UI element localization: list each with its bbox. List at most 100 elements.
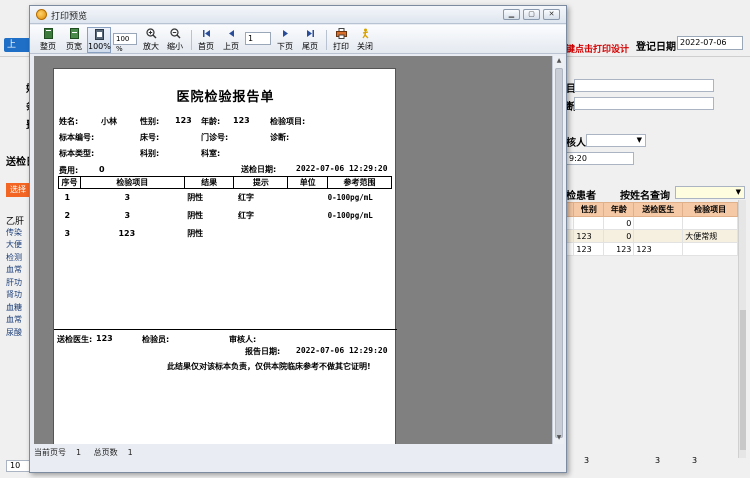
grid-header: 检验项目 <box>682 202 738 217</box>
grid-cell <box>573 216 605 230</box>
grid-cell: 123 <box>573 229 605 243</box>
cell-result: 阴性 <box>187 211 204 220</box>
close-window-button[interactable]: ✕ <box>543 9 560 20</box>
name-value: 小林 <box>101 117 117 126</box>
zoom-out-button[interactable]: 缩小 <box>164 27 186 53</box>
send-time-field[interactable]: 9:20 <box>566 152 634 165</box>
items-label: 检验项目: <box>270 117 306 126</box>
grid-scrollbar[interactable] <box>738 200 746 458</box>
whole-page-button[interactable]: 整页 <box>36 27 60 53</box>
grid-header: 年龄 <box>603 202 635 217</box>
zoom-out-label: 缩小 <box>167 42 183 51</box>
bed-label: 床号: <box>140 133 160 142</box>
table-row[interactable]: 123 123 123 <box>565 242 738 256</box>
chevron-down-icon: ▼ <box>636 136 642 144</box>
grid-cell <box>565 242 575 256</box>
next-page-icon <box>282 30 288 37</box>
grid-cell: 0 <box>603 216 635 230</box>
register-date-field[interactable]: 2022-07-06 <box>677 36 743 50</box>
hundred-percent-button[interactable]: 100% <box>87 27 111 53</box>
cell-index: 1 <box>64 193 71 203</box>
table-header: 序号 <box>58 176 81 189</box>
scrollbar-thumb[interactable] <box>740 310 746 450</box>
fee-label: 费用: <box>59 166 79 175</box>
last-page-button[interactable]: 尾页 <box>299 27 321 53</box>
page-number-input[interactable]: 1 <box>245 32 271 45</box>
room-label: 科室: <box>201 149 221 158</box>
grid-cell: 大便常规 <box>682 229 738 243</box>
gender-label: 性别: <box>140 117 160 126</box>
grid-cell: 123 <box>633 242 684 256</box>
first-page-button[interactable]: 首页 <box>195 27 217 53</box>
cell-unit <box>288 189 328 207</box>
grid-header <box>565 202 575 217</box>
table-row: 3 123 阴性 <box>59 225 392 243</box>
diagnosis-field[interactable] <box>574 97 714 110</box>
preview-scrollbar[interactable]: ▲ ▼ <box>552 56 564 444</box>
close-preview-button[interactable]: 关闭 <box>354 27 376 53</box>
zoom-out-icon <box>169 28 180 39</box>
scroll-up-icon[interactable]: ▲ <box>554 57 564 66</box>
table-header: 检验项目 <box>79 176 185 189</box>
status-bar: 当前页号 1 总页数 1 <box>34 446 564 460</box>
preview-canvas[interactable]: 医院检验报告单 姓名: 小林 性别: 123 年龄: 123 检验项目: 标本编… <box>34 56 552 444</box>
summary-value: 3 <box>692 456 698 465</box>
title-bar[interactable]: 打印预览 ▁ ▢ ✕ <box>30 6 566 24</box>
name-label: 姓名: <box>59 117 79 126</box>
cell-range: 0-100pg/mL <box>327 211 373 220</box>
printer-icon <box>335 28 347 39</box>
table-row[interactable]: 0 <box>565 216 738 230</box>
table-row[interactable]: 123 0 大便常规 <box>565 229 738 243</box>
window-title: 打印预览 <box>51 12 88 22</box>
table-header: 单位 <box>287 176 329 189</box>
fee-value: 0 <box>99 165 105 174</box>
print-button[interactable]: 打印 <box>330 27 352 53</box>
cell-item: 123 <box>118 229 136 238</box>
cell-index: 3 <box>64 229 71 238</box>
report-date-label: 报告日期: <box>245 347 281 356</box>
scrollbar-thumb[interactable] <box>555 68 563 438</box>
last-page-icon <box>306 30 314 37</box>
page-width-label: 页宽 <box>66 42 82 51</box>
page-icon <box>43 28 53 39</box>
prev-page-icon <box>228 30 234 37</box>
cell-index: 2 <box>64 211 71 220</box>
report-page: 医院检验报告单 姓名: 小林 性别: 123 年龄: 123 检验项目: 标本编… <box>53 68 397 444</box>
print-label: 打印 <box>333 42 349 51</box>
grid-header: 性别 <box>573 202 605 217</box>
gender-value: 123 <box>175 116 192 125</box>
minimize-button[interactable]: ▁ <box>503 9 520 20</box>
whole-page-label: 整页 <box>40 42 56 51</box>
result-table: 序号 检验项目 结果 提示 单位 参考范围 1 3 阴性 红字 0-100pg/… <box>58 176 392 243</box>
summary-value: 3 <box>655 456 661 465</box>
scroll-down-icon[interactable]: ▼ <box>554 434 564 443</box>
cell-range: 0-100pg/mL <box>327 193 373 203</box>
items-field[interactable] <box>574 79 714 92</box>
zoom-in-button[interactable]: 放大 <box>140 27 162 53</box>
name-query-select[interactable]: ▼ <box>675 186 745 199</box>
toolbar-separator <box>191 30 192 50</box>
grid-cell <box>682 216 738 230</box>
zoom-input[interactable]: 100 % <box>113 33 137 53</box>
diagnosis-label: 诊断: <box>270 133 290 142</box>
cell-item: 3 <box>124 211 131 220</box>
last-page-label: 尾页 <box>302 42 318 51</box>
cell-result: 阴性 <box>187 229 204 238</box>
reviewer-select[interactable]: ▼ <box>586 134 646 147</box>
chevron-down-icon: ▼ <box>735 188 741 196</box>
page-width-button[interactable]: 页宽 <box>62 27 86 53</box>
next-page-button[interactable]: 下页 <box>274 27 296 53</box>
maximize-button[interactable]: ▢ <box>523 9 540 20</box>
hundred-percent-label: 100% <box>88 42 111 51</box>
grid-cell <box>633 229 684 243</box>
first-page-icon <box>202 30 210 37</box>
zoom-in-label: 放大 <box>143 42 159 51</box>
table-header: 提示 <box>233 176 289 189</box>
report-title: 医院检验报告单 <box>176 90 275 105</box>
send-doctor-label: 送检医生: <box>57 335 93 344</box>
age-value: 123 <box>233 116 250 125</box>
disclaimer-text: 此结果仅对该标本负责，仅供本院临床参考不做其它证明! <box>167 362 371 371</box>
prev-page-button[interactable]: 上页 <box>220 27 242 53</box>
cell-item: 3 <box>124 193 131 203</box>
summary-value: 3 <box>584 456 590 465</box>
